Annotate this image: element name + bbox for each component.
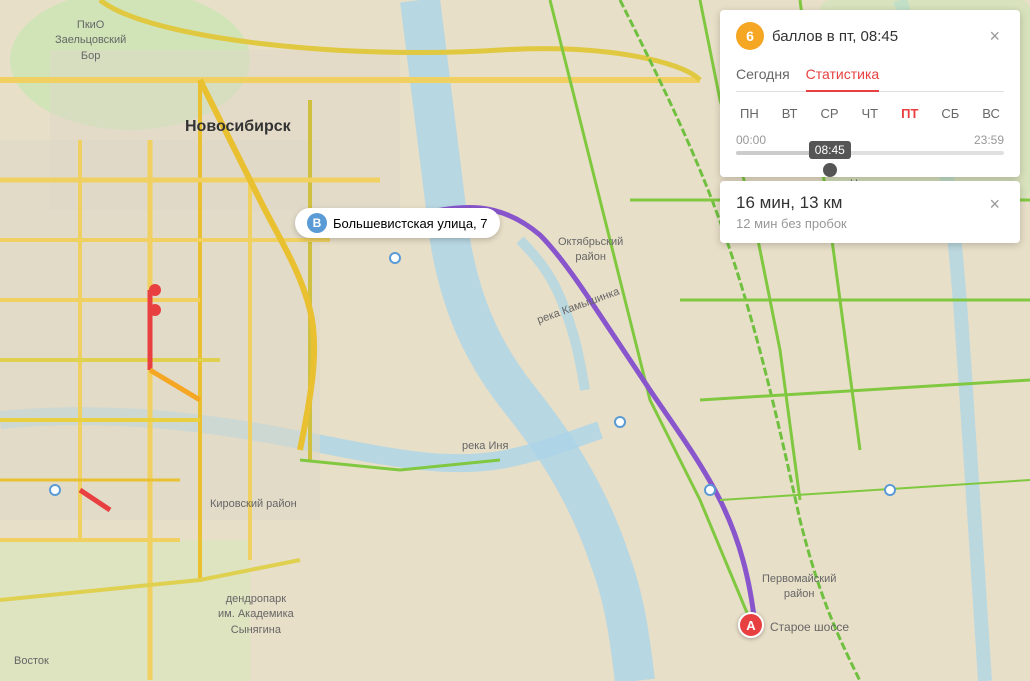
day-mon[interactable]: ПН [736,104,763,123]
route-close-button[interactable]: × [985,193,1004,215]
days-row: ПН ВТ СР ЧТ ПТ СБ ВС [736,104,1004,123]
day-sun[interactable]: ВС [978,104,1004,123]
traffic-close-button[interactable]: × [985,25,1004,47]
panel-container: 6 баллов в пт, 08:45 × Сегодня Статистик… [710,0,1030,253]
day-sat[interactable]: СБ [937,104,963,123]
slider-time-bubble: 08:45 [809,141,851,159]
day-thu[interactable]: ЧТ [858,104,883,123]
bubble-waypoint-b: В [307,213,327,233]
route-info: 16 мин, 13 км 12 мин без пробок [736,193,847,231]
tab-today[interactable]: Сегодня [736,60,790,92]
bubble-address: Большевистская улица, 7 [333,216,488,231]
tabs: Сегодня Статистика [736,60,1004,92]
address-bubble[interactable]: В Большевистская улица, 7 [295,208,500,238]
score-text: баллов в пт, 08:45 [772,28,898,45]
time-labels: 00:00 23:59 [736,133,1004,147]
day-tue[interactable]: ВТ [778,104,802,123]
tab-statistics[interactable]: Статистика [806,60,880,92]
time-start-label: 00:00 [736,133,766,147]
time-slider-container: 00:00 23:59 08:45 [736,133,1004,155]
traffic-panel: 6 баллов в пт, 08:45 × Сегодня Статистик… [720,10,1020,177]
route-main: 16 мин, 13 км [736,193,847,213]
waypoint-a: А [738,612,764,638]
traffic-score: 6 баллов в пт, 08:45 [736,22,898,50]
route-panel: 16 мин, 13 км 12 мин без пробок × [720,181,1020,243]
score-badge: 6 [736,22,764,50]
slider-thumb-container: 08:45 [809,141,851,177]
slider-track[interactable]: 08:45 [736,151,1004,155]
slider-thumb[interactable] [823,163,837,177]
day-wed[interactable]: СР [816,104,842,123]
time-end-label: 23:59 [974,133,1004,147]
day-fri[interactable]: ПТ [897,104,922,123]
traffic-header: 6 баллов в пт, 08:45 × [736,22,1004,50]
map-container: ПкиОЗаельцовскийБор Новосибирск Октябрьс… [0,0,1030,681]
route-sub: 12 мин без пробок [736,216,847,231]
